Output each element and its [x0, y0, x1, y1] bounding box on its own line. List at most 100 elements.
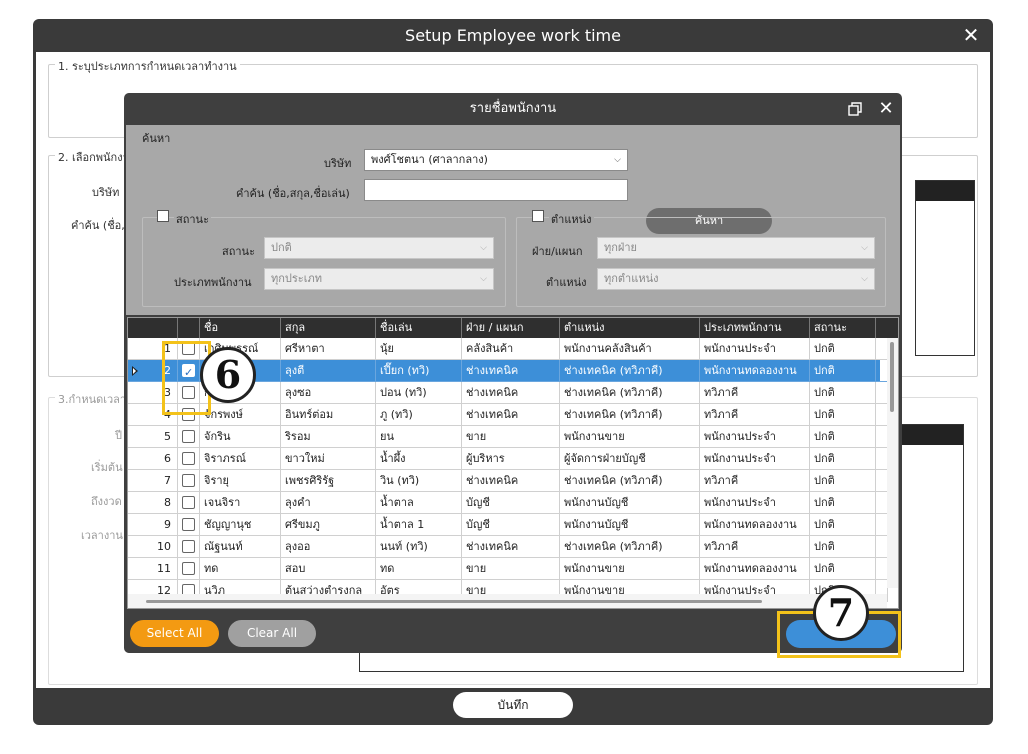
position-select[interactable]: ทุกตำแหน่ง ⌵: [597, 268, 875, 290]
cell-position: ผู้จัดการฝ่ายบัญชี: [560, 448, 700, 470]
cell-employee-type: พนักงานประจำ: [700, 492, 810, 514]
header-department[interactable]: ฝ่าย / แผนก: [462, 318, 560, 338]
cell-status: ปกติ: [810, 338, 876, 360]
header-checkbox-col: [178, 318, 200, 338]
cell-department: ช่างเทคนิค: [462, 404, 560, 426]
cell-surname: ริรอม: [281, 426, 376, 448]
cell-nickname: น้ำตาล: [376, 492, 462, 514]
keyword-label: คำค้น (ชื่อ,: [71, 219, 125, 232]
employee-type-select[interactable]: ทุกประเภท ⌵: [264, 268, 494, 290]
cell-position: พนักงานขาย: [560, 426, 700, 448]
cell-nickname: ภู (ทวิ): [376, 404, 462, 426]
table-row[interactable]: 9 ชัญญานุช ศรีขมภู น้ำตาล 1 บัญชี พนักงานบัญช…: [128, 514, 888, 536]
row-checkbox[interactable]: [182, 474, 195, 487]
company-label: บริษัท: [324, 157, 352, 170]
cell-position: พนักงานคลังสินค้า: [560, 338, 700, 360]
cell-name: จิราภรณ์: [200, 448, 281, 470]
cell-department: คลังสินค้า: [462, 338, 560, 360]
table-row[interactable]: 8 เจนจิรา ลุงคำ น้ำตาล บัญชี พนักงานบัญชี พนัก…: [128, 492, 888, 514]
status-filter-checkbox[interactable]: [157, 210, 169, 222]
cell-status: ปกติ: [810, 360, 876, 382]
cell-checkbox: [178, 536, 200, 558]
header-name[interactable]: ชื่อ: [200, 318, 281, 338]
header-status[interactable]: สถานะ: [810, 318, 876, 338]
position-label: ตำแหน่ง: [546, 276, 587, 289]
cell-position: ช่างเทคนิค (ทวิภาคี): [560, 536, 700, 558]
chevron-down-icon: ⌵: [480, 274, 487, 284]
search-panel: ค้นหา บริษัท พงศ์โชตนา (ศาลากลาง) ⌵ คำค้…: [126, 125, 900, 315]
select-all-button[interactable]: Select All: [130, 620, 219, 647]
company-value: พงศ์โชตนา (ศาลากลาง): [371, 153, 488, 166]
table-row[interactable]: 11 ทด สอบ ทด ขาย พนักงานขาย พนักงานทดลองงาน ปกต…: [128, 558, 888, 580]
cell-nickname: ทด: [376, 558, 462, 580]
row-checkbox[interactable]: [182, 452, 195, 465]
step7-badge: 7: [813, 585, 869, 641]
grid-header: ชื่อ สกุล ชื่อเล่น ฝ่าย / แผนก ตำแหน่ง ป…: [128, 318, 898, 338]
cell-checkbox: [178, 514, 200, 536]
cell-row-number: 10: [128, 536, 178, 558]
cell-employee-type: พนักงานทดลองงาน: [700, 558, 810, 580]
cell-position: ช่างเทคนิค (ทวิภาคี): [560, 404, 700, 426]
cell-surname: ศรีหาตา: [281, 338, 376, 360]
vertical-scrollbar[interactable]: [887, 338, 898, 588]
cell-position: พนักงานบัญชี: [560, 514, 700, 536]
cell-status: ปกติ: [810, 514, 876, 536]
header-extra: [876, 318, 898, 338]
header-employee-type[interactable]: ประเภทพนักงาน: [700, 318, 810, 338]
cell-name: จิรายุ: [200, 470, 281, 492]
table-row[interactable]: 7 จิรายุ เพชรศิริรัฐ วิน (ทวิ) ช่างเทคนิค ช่า…: [128, 470, 888, 492]
cell-department: บัญชี: [462, 492, 560, 514]
cell-status: ปกติ: [810, 492, 876, 514]
cell-checkbox: [178, 492, 200, 514]
row-checkbox[interactable]: [182, 562, 195, 575]
table-row[interactable]: 6 จิราภรณ์ ขาวใหม่ น้ำผึ้ง ผู้บริหาร ผู้จัดกา…: [128, 448, 888, 470]
keyword-input[interactable]: [364, 179, 628, 201]
cell-employee-type: พนักงานทดลองงาน: [700, 360, 810, 382]
horizontal-scrollbar[interactable]: [128, 594, 887, 608]
position-filter-checkbox[interactable]: [532, 210, 544, 222]
cell-status: ปกติ: [810, 404, 876, 426]
cell-row-number: 8: [128, 492, 178, 514]
work-time-label: เวลางาน: [81, 529, 123, 542]
cell-employee-type: พนักงานประจำ: [700, 448, 810, 470]
cell-nickname: นุ้ย: [376, 338, 462, 360]
cell-row-number: 6: [128, 448, 178, 470]
header-position[interactable]: ตำแหน่ง: [560, 318, 700, 338]
cell-department: ช่างเทคนิค: [462, 470, 560, 492]
cell-nickname: ยน: [376, 426, 462, 448]
cell-nickname: วิน (ทวิ): [376, 470, 462, 492]
cell-nickname: ปอน (ทวิ): [376, 382, 462, 404]
cell-nickname: เปี๊ยก (ทวิ): [376, 360, 462, 382]
cell-row-number: 11: [128, 558, 178, 580]
row-checkbox[interactable]: [182, 540, 195, 553]
cell-name: จักรพงษ์: [200, 404, 281, 426]
close-icon[interactable]: ✕: [876, 97, 896, 121]
status-select[interactable]: ปกติ ⌵: [264, 237, 494, 259]
row-checkbox[interactable]: [182, 518, 195, 531]
header-surname[interactable]: สกุล: [281, 318, 376, 338]
table-row[interactable]: 5 จักริน ริรอม ยน ขาย พนักงานขาย พนักงานประจำป…: [128, 426, 888, 448]
cell-nickname: น้ำผึ้ง: [376, 448, 462, 470]
clear-all-button[interactable]: Clear All: [228, 620, 316, 647]
restore-icon[interactable]: [848, 102, 862, 116]
company-select[interactable]: พงศ์โชตนา (ศาลากลาง) ⌵: [364, 149, 628, 171]
chevron-down-icon: ⌵: [861, 243, 868, 253]
row-checkbox[interactable]: [182, 430, 195, 443]
header-nickname[interactable]: ชื่อเล่น: [376, 318, 462, 338]
cell-row-number: 9: [128, 514, 178, 536]
table-row[interactable]: 10 ณัฐนนท์ ลุงออ นนท์ (ทวิ) ช่างเทคนิค ช่างเท…: [128, 536, 888, 558]
cell-employee-type: ทวิภาคี: [700, 470, 810, 492]
window-title: Setup Employee work time: [405, 26, 621, 45]
cell-surname: ลุงคำ: [281, 492, 376, 514]
cell-surname: สอบ: [281, 558, 376, 580]
row-checkbox[interactable]: [182, 496, 195, 509]
cell-nickname: นนท์ (ทวิ): [376, 536, 462, 558]
department-select[interactable]: ทุกฝ่าย ⌵: [597, 237, 875, 259]
employee-list-box: [915, 180, 975, 356]
close-icon[interactable]: ✕: [959, 19, 983, 52]
table-row[interactable]: 4 จักรพงษ์ อินทร์ต่อม ภู (ทวิ) ช่างเทคนิค ช่า…: [128, 404, 888, 426]
cell-employee-type: ทวิภาคี: [700, 382, 810, 404]
save-button[interactable]: บันทึก: [453, 692, 573, 718]
cell-name: ณัฐนนท์: [200, 536, 281, 558]
employee-type-label: ประเภทพนักงาน: [174, 276, 252, 289]
